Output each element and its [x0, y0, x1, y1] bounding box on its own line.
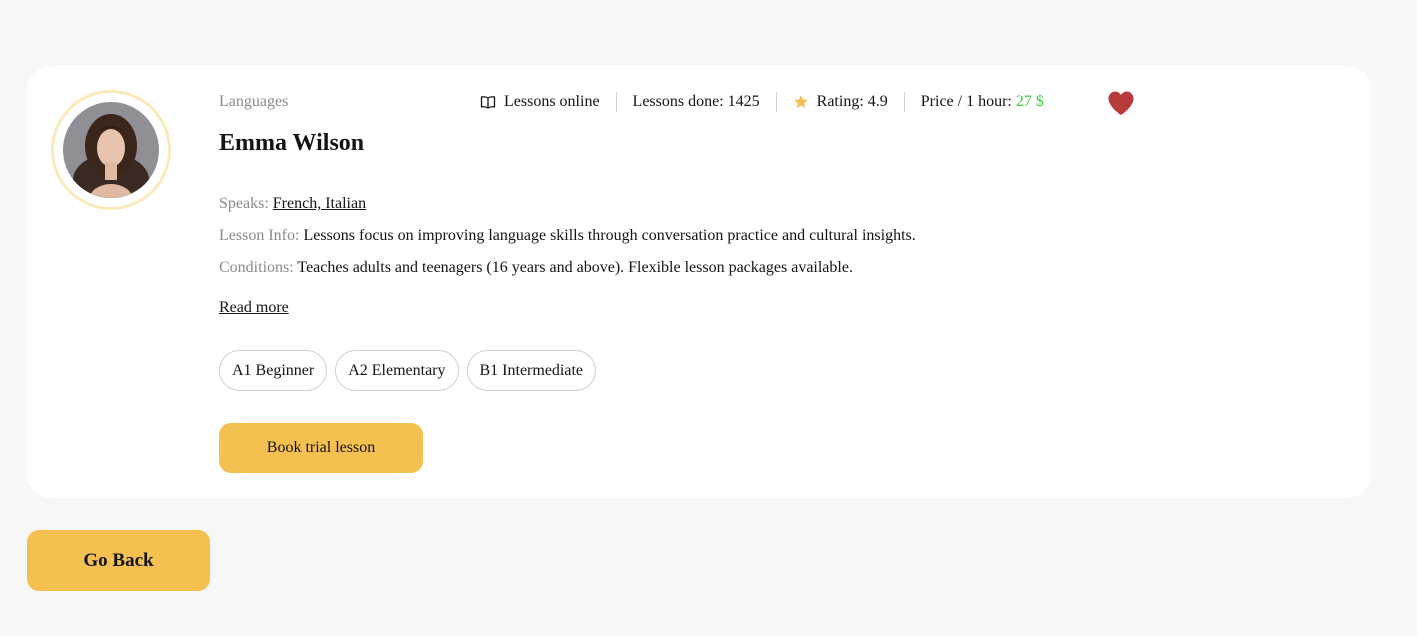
avatar	[63, 102, 159, 198]
go-back-button[interactable]: Go Back	[27, 530, 210, 591]
stat-rating: Rating: 4.9	[775, 92, 904, 112]
teacher-name: Emma Wilson	[219, 130, 365, 156]
lesson-info-label: Lesson Info:	[219, 227, 300, 244]
avatar-ring	[51, 90, 171, 210]
level-tags: A1 Beginner A2 Elementary B1 Intermediat…	[219, 350, 597, 391]
stats-bar: Lessons online Lessons done: 1425 Rating…	[480, 92, 1060, 112]
star-icon	[793, 94, 809, 110]
level-tag-a1[interactable]: A1 Beginner	[219, 350, 328, 391]
conditions-label: Conditions:	[219, 259, 294, 276]
rating-text: Rating: 4.9	[816, 93, 888, 110]
teacher-info: Speaks: French, Italian Lesson Info: Les…	[219, 194, 916, 290]
lessons-online-text: Lessons online	[504, 93, 600, 110]
heart-icon	[1108, 91, 1134, 115]
conditions-value: Teaches adults and teenagers (16 years a…	[297, 259, 853, 276]
speaks-value: French, Italian	[272, 195, 367, 212]
lessons-done-text: Lessons done: 1425	[632, 93, 760, 110]
stat-price: Price / 1 hour: 27 $	[903, 92, 1060, 112]
speaks-label: Speaks:	[219, 195, 269, 212]
read-more-link[interactable]: Read more	[219, 298, 289, 318]
lesson-info-value: Lessons focus on improving language skil…	[303, 227, 916, 244]
price-label: Price / 1 hour:	[920, 93, 1012, 110]
favorite-heart-button[interactable]	[1107, 90, 1135, 116]
book-trial-lesson-button[interactable]: Book trial lesson	[219, 423, 423, 473]
teacher-card: Languages Emma Wilson Lessons online Les…	[27, 66, 1371, 498]
stat-lessons-done: Lessons done: 1425	[615, 92, 776, 112]
speaks-row: Speaks: French, Italian	[219, 194, 916, 214]
conditions-row: Conditions: Teaches adults and teenagers…	[219, 258, 916, 278]
level-tag-a2[interactable]: A2 Elementary	[335, 350, 459, 391]
lesson-info-row: Lesson Info: Lessons focus on improving …	[219, 226, 916, 246]
price-value: 27 $	[1015, 93, 1044, 110]
open-book-icon	[480, 94, 496, 110]
stat-lessons-online: Lessons online	[480, 92, 616, 112]
level-tag-b1[interactable]: B1 Intermediate	[466, 350, 597, 391]
